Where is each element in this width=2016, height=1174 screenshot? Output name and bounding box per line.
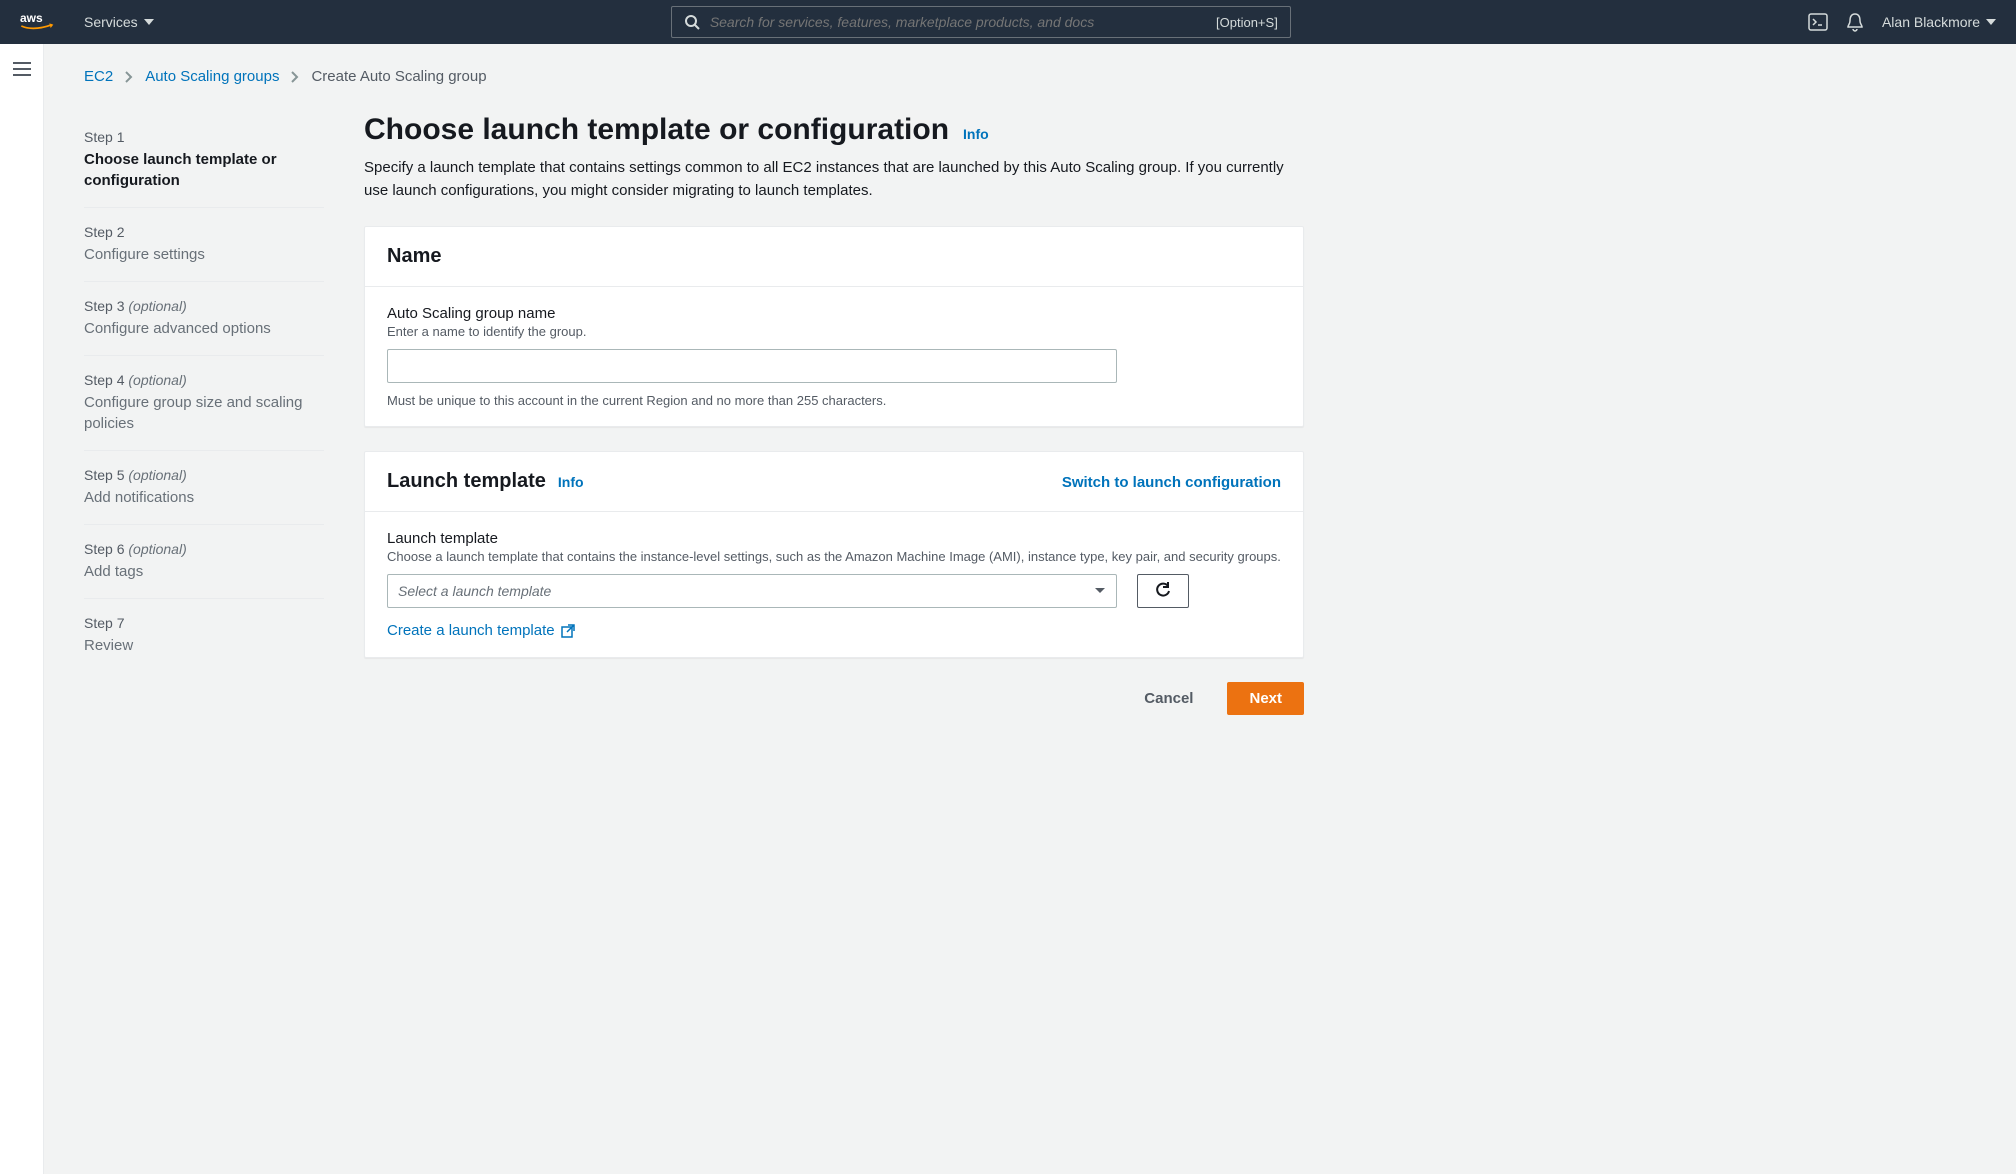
step-optional: (optional): [128, 541, 186, 557]
switch-to-launch-config-link[interactable]: Switch to launch configuration: [1062, 474, 1281, 491]
step-label: Step 1: [84, 129, 324, 145]
external-link-icon: [561, 624, 575, 638]
breadcrumb-current: Create Auto Scaling group: [311, 68, 486, 85]
asg-name-input[interactable]: [387, 349, 1117, 383]
lt-field-hint: Choose a launch template that contains t…: [387, 549, 1281, 564]
aws-logo[interactable]: aws: [20, 10, 60, 34]
cloudshell-icon[interactable]: [1808, 12, 1828, 32]
refresh-icon: [1154, 582, 1172, 600]
launch-template-panel: Launch template Info Switch to launch co…: [364, 451, 1304, 658]
step-label: Step 2: [84, 224, 324, 240]
step-label: Step 6 (optional): [84, 541, 324, 557]
asg-name-label: Auto Scaling group name: [387, 305, 1281, 322]
step-label: Step 5 (optional): [84, 467, 324, 483]
name-panel-title: Name: [387, 245, 441, 268]
chevron-right-icon: [291, 71, 299, 83]
bell-icon[interactable]: [1846, 12, 1864, 32]
top-nav: aws Services [Option+S] Alan Blackmore: [0, 0, 2016, 44]
top-nav-right: Alan Blackmore: [1808, 12, 1996, 32]
steps-nav: Step 1 Choose launch template or configu…: [84, 113, 324, 715]
left-bar: [0, 44, 44, 1174]
step-title: Configure group size and scaling policie…: [84, 392, 324, 434]
top-nav-left: aws Services: [20, 10, 154, 34]
step-5[interactable]: Step 5 (optional) Add notifications: [84, 451, 324, 525]
page-body: Step 1 Choose launch template or configu…: [84, 113, 1976, 715]
step-optional: (optional): [128, 298, 186, 314]
step-title: Add tags: [84, 561, 324, 582]
create-link-text: Create a launch template: [387, 622, 555, 639]
info-link[interactable]: Info: [558, 474, 584, 490]
select-placeholder: Select a launch template: [398, 583, 551, 599]
step-title: Configure settings: [84, 244, 324, 265]
launch-template-select[interactable]: Select a launch template: [387, 574, 1117, 608]
global-search[interactable]: [Option+S]: [671, 6, 1291, 38]
chevron-right-icon: [125, 71, 133, 83]
breadcrumb-asg[interactable]: Auto Scaling groups: [145, 68, 279, 85]
lt-select-row: Select a launch template: [387, 574, 1281, 608]
lt-header-left: Launch template Info: [387, 470, 584, 493]
asg-name-constraint: Must be unique to this account in the cu…: [387, 393, 1281, 408]
asg-name-hint: Enter a name to identify the group.: [387, 324, 1281, 339]
services-menu[interactable]: Services: [84, 14, 154, 30]
name-panel-header: Name: [365, 227, 1303, 287]
hamburger-icon[interactable]: [13, 62, 31, 1174]
caret-down-icon: [1986, 19, 1996, 25]
page-heading-row: Choose launch template or configuration …: [364, 113, 1304, 147]
top-nav-center: [Option+S]: [154, 6, 1808, 38]
step-1: Step 1 Choose launch template or configu…: [84, 113, 324, 208]
breadcrumb-ec2[interactable]: EC2: [84, 68, 113, 85]
step-4[interactable]: Step 4 (optional) Configure group size an…: [84, 356, 324, 451]
step-label: Step 7: [84, 615, 324, 631]
content: EC2 Auto Scaling groups Create Auto Scal…: [44, 44, 2016, 1174]
step-label: Step 3 (optional): [84, 298, 324, 314]
lt-panel-header: Launch template Info Switch to launch co…: [365, 452, 1303, 512]
refresh-button[interactable]: [1137, 574, 1189, 608]
step-title: Add notifications: [84, 487, 324, 508]
main-wrap: EC2 Auto Scaling groups Create Auto Scal…: [0, 44, 2016, 1174]
step-label: Step 4 (optional): [84, 372, 324, 388]
search-shortcut: [Option+S]: [1216, 15, 1278, 30]
step-7[interactable]: Step 7 Review: [84, 599, 324, 672]
username: Alan Blackmore: [1882, 14, 1980, 30]
form-column: Choose launch template or configuration …: [364, 113, 1304, 715]
step-title: Configure advanced options: [84, 318, 324, 339]
lt-panel-title: Launch template: [387, 470, 546, 493]
svg-text:aws: aws: [20, 11, 43, 25]
lt-field-label: Launch template: [387, 530, 1281, 547]
cancel-button[interactable]: Cancel: [1122, 682, 1215, 715]
breadcrumb: EC2 Auto Scaling groups Create Auto Scal…: [84, 68, 1976, 85]
caret-down-icon: [1094, 587, 1106, 595]
lt-panel-body: Launch template Choose a launch template…: [365, 512, 1303, 657]
step-title: Review: [84, 635, 324, 656]
footer-buttons: Cancel Next: [364, 682, 1304, 715]
create-launch-template-link[interactable]: Create a launch template: [387, 622, 575, 639]
search-input[interactable]: [710, 14, 1206, 30]
step-optional: (optional): [128, 467, 186, 483]
step-6[interactable]: Step 6 (optional) Add tags: [84, 525, 324, 599]
info-link[interactable]: Info: [963, 126, 989, 142]
services-label: Services: [84, 14, 138, 30]
step-3[interactable]: Step 3 (optional) Configure advanced opti…: [84, 282, 324, 356]
step-2[interactable]: Step 2 Configure settings: [84, 208, 324, 282]
name-panel-body: Auto Scaling group name Enter a name to …: [365, 287, 1303, 426]
step-optional: (optional): [128, 372, 186, 388]
user-menu[interactable]: Alan Blackmore: [1882, 14, 1996, 30]
name-panel: Name Auto Scaling group name Enter a nam…: [364, 226, 1304, 427]
search-icon: [684, 14, 700, 30]
next-button[interactable]: Next: [1227, 682, 1304, 715]
caret-down-icon: [144, 19, 154, 25]
page-description: Specify a launch template that contains …: [364, 157, 1304, 202]
page-title: Choose launch template or configuration: [364, 113, 949, 147]
step-title: Choose launch template or configuration: [84, 149, 324, 191]
